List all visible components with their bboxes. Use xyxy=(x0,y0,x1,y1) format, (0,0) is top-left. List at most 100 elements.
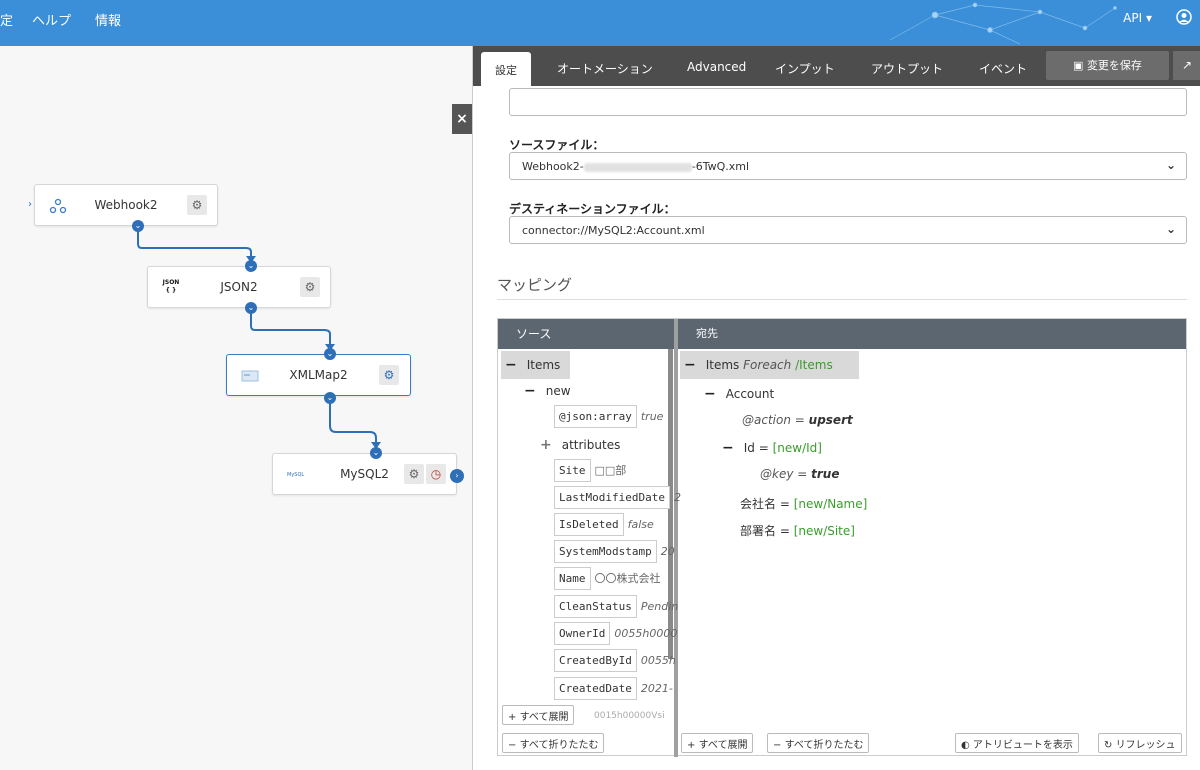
divider xyxy=(497,299,1187,300)
nav-info[interactable]: 情報 xyxy=(95,10,121,29)
source-header: ソース xyxy=(498,319,674,349)
node-label: MySQL2 xyxy=(340,467,389,481)
tree-leaf[interactable]: CleanStatus Pendin xyxy=(554,595,678,618)
tree-leaf-json-array[interactable]: @json:array true xyxy=(554,405,663,428)
tab-automation[interactable]: オートメーション xyxy=(557,60,653,77)
close-panel-button[interactable]: × xyxy=(452,104,472,134)
tree-leaf[interactable]: Name 〇〇株式会社 xyxy=(554,567,661,590)
user-icon[interactable] xyxy=(1176,9,1192,25)
show-attributes-button[interactable]: ◐ アトリビュートを表示 xyxy=(955,733,1079,753)
tab-events[interactable]: イベント xyxy=(979,60,1027,77)
input-port-icon[interactable]: ⌄ xyxy=(245,260,257,272)
toggle-icon: ◐ xyxy=(961,740,973,751)
destination-file-label: デスティネーションファイル： xyxy=(509,202,676,216)
node-label: XMLMap2 xyxy=(289,368,348,382)
flow-node-xmlmap2[interactable]: XMLMap2 ⚙ xyxy=(226,354,411,396)
nav-help[interactable]: ヘルプ xyxy=(32,10,71,29)
dest-expand-all-button[interactable]: + すべて展開 xyxy=(681,733,754,753)
node-label: JSON2 xyxy=(220,280,258,294)
external-link-icon: ↗ xyxy=(1181,58,1193,72)
gear-icon[interactable]: ⚙ xyxy=(300,277,320,297)
tab-advanced[interactable]: Advanced xyxy=(687,60,746,74)
nav-settings[interactable]: 定 xyxy=(0,10,13,29)
source-file-label: ソースファイル： xyxy=(509,138,605,152)
output-port-icon[interactable]: ⌄ xyxy=(324,392,336,404)
gear-icon[interactable]: ⚙ xyxy=(187,195,207,215)
plus-icon: + xyxy=(508,712,520,723)
tree-leaf[interactable]: SystemModstamp 20 xyxy=(554,540,675,563)
flow-canvas[interactable]: Webhook2 ⚙ › ⌄ JSON{ } JSON2 ⚙ ⌄ ⌄ XMLMa… xyxy=(0,46,472,770)
tree-leaf[interactable]: OwnerId 0055h0000 xyxy=(554,622,677,645)
dest-attr-action[interactable]: @action = upsert xyxy=(742,413,853,427)
destination-file-select[interactable]: connector://MySQL2:Account.xml ⌄ xyxy=(509,216,1187,244)
mapping-editor: ソース 宛先 − Items − new @json:array true + attr… xyxy=(497,318,1187,757)
pane-divider[interactable] xyxy=(674,319,678,757)
tree-leaf[interactable]: CreatedDate 2021- xyxy=(554,677,673,700)
output-port-icon[interactable]: ⌄ xyxy=(245,302,257,314)
dest-attr-key[interactable]: @key = true xyxy=(760,467,840,481)
flow-node-webhook2[interactable]: Webhook2 ⚙ xyxy=(34,184,218,226)
tree-leaf[interactable]: CreatedById 0055h xyxy=(554,649,676,672)
webhook-icon xyxy=(49,198,67,214)
flow-node-mysql2[interactable]: MySQL MySQL2 ⚙ ◷ xyxy=(272,453,457,495)
source-file-select[interactable]: Webhook2- -6TwQ.xml ⌄ xyxy=(509,152,1187,180)
chevron-down-icon: ⌄ xyxy=(1165,222,1176,236)
tree-node-items[interactable]: − Items xyxy=(501,351,571,379)
refresh-icon: ↻ xyxy=(1104,740,1116,751)
collapse-icon[interactable]: − xyxy=(505,357,517,373)
chevron-down-icon: ⌄ xyxy=(1165,158,1176,172)
floppy-icon: ▣ xyxy=(1073,59,1087,72)
save-button[interactable]: ▣ 変更を保存 xyxy=(1046,51,1169,80)
collapse-icon[interactable]: − xyxy=(704,386,716,402)
gear-icon[interactable]: ⚙ xyxy=(379,365,399,385)
input-port-icon[interactable]: › xyxy=(28,199,38,211)
tree-leaf[interactable]: IsDeleted false xyxy=(554,513,654,536)
flow-connectors xyxy=(137,226,381,449)
tab-settings[interactable]: 設定 xyxy=(481,52,531,86)
xmlmap-icon xyxy=(241,370,259,382)
dest-node-id[interactable]: − Id = [new/Id] xyxy=(722,440,822,456)
properties-panel: 設定 オートメーション Advanced インプット アウトプット イベント ▣… xyxy=(472,46,1200,770)
tree-leaf[interactable]: Site □□部 xyxy=(554,459,626,482)
output-port-icon[interactable]: › xyxy=(450,469,464,483)
tab-output[interactable]: アウトプット xyxy=(871,60,943,77)
source-expand-all-button[interactable]: + すべて展開 xyxy=(502,705,575,725)
tree-node-new[interactable]: − new xyxy=(524,383,571,399)
collapse-icon[interactable]: − xyxy=(722,440,734,456)
api-menu[interactable]: API ▾ xyxy=(1123,11,1152,25)
source-collapse-all-button[interactable]: − すべて折りたたむ xyxy=(502,733,605,753)
dest-node-account[interactable]: − Account xyxy=(704,386,774,402)
redacted-text xyxy=(583,162,692,172)
minus-icon: − xyxy=(508,740,520,751)
tab-input[interactable]: インプット xyxy=(775,60,835,77)
minus-icon: − xyxy=(773,740,785,751)
tree-node-attributes[interactable]: + attributes xyxy=(540,437,620,453)
dest-collapse-all-button[interactable]: − すべて折りたたむ xyxy=(767,733,870,753)
mapping-title: マッピング xyxy=(497,276,573,294)
dest-field-company[interactable]: 会社名 = [new/Name] xyxy=(740,495,867,512)
input-port-icon[interactable]: ⌄ xyxy=(370,447,382,459)
plus-icon: + xyxy=(687,740,699,751)
clock-icon[interactable]: ◷ xyxy=(426,464,446,484)
tree-leaf-partial: 0015h00000Vsi xyxy=(594,711,665,721)
destination-header: 宛先 xyxy=(678,319,1186,349)
node-label: Webhook2 xyxy=(94,198,158,212)
network-decoration-icon xyxy=(889,2,1117,45)
description-textarea[interactable] xyxy=(509,88,1187,116)
json-icon: JSON{ } xyxy=(162,279,180,294)
mysql-icon: MySQL xyxy=(287,472,305,478)
refresh-button[interactable]: ↻ リフレッシュ xyxy=(1098,733,1182,753)
flow-node-json2[interactable]: JSON{ } JSON2 ⚙ xyxy=(147,266,331,308)
top-navbar: 定 ヘルプ 情報 API ▾ xyxy=(0,0,1200,46)
expand-icon[interactable]: + xyxy=(540,437,552,453)
collapse-icon[interactable]: − xyxy=(524,383,536,399)
input-port-icon[interactable]: ⌄ xyxy=(324,348,336,360)
gear-icon[interactable]: ⚙ xyxy=(404,464,424,484)
dest-node-items[interactable]: − Items Foreach /Items xyxy=(680,351,859,379)
panel-tabs: 設定 オートメーション Advanced インプット アウトプット イベント ▣… xyxy=(473,46,1200,86)
collapse-icon[interactable]: − xyxy=(684,357,696,373)
external-link-button[interactable]: ↗ xyxy=(1173,51,1200,80)
output-port-icon[interactable]: ⌄ xyxy=(132,220,144,232)
tree-leaf[interactable]: LastModifiedDate 2 xyxy=(554,486,681,509)
dest-field-department[interactable]: 部署名 = [new/Site] xyxy=(740,522,855,539)
